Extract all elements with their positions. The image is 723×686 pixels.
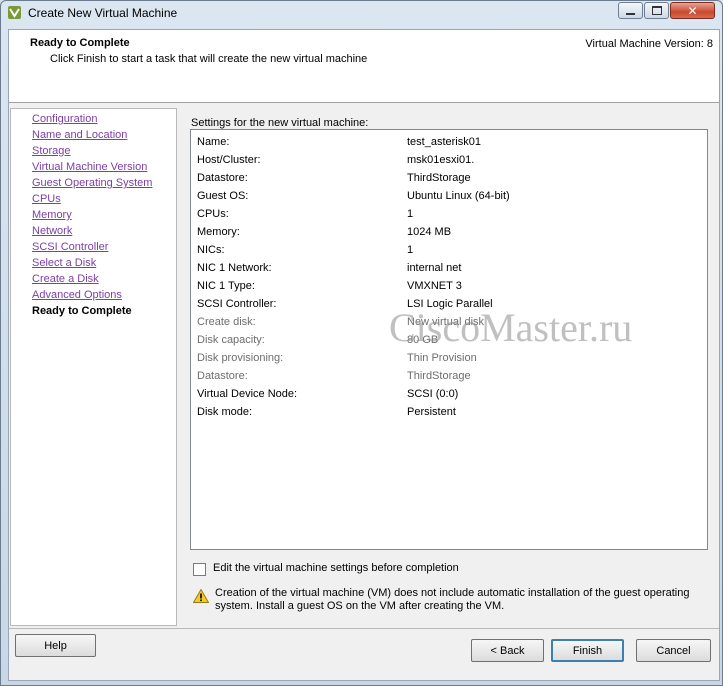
setting-row: Disk provisioning: Thin Provision [197,352,697,368]
step-link-select-disk[interactable]: Select a Disk [32,257,96,269]
setting-row: Name: test_asterisk01 [197,136,697,152]
window-title: Create New Virtual Machine [28,6,178,20]
setting-row: Disk mode: Persistent [197,406,697,422]
maximize-icon [651,6,662,15]
wizard-steps-sidebar: Configuration Name and Location Storage … [10,108,177,626]
setting-row: NIC 1 Network: internal net [197,262,697,278]
footer-divider [9,628,719,629]
close-button[interactable]: ✕ [670,2,715,19]
summary-panel: Settings for the new virtual machine: Na… [189,108,719,626]
setting-key: Name: [197,136,230,148]
setting-key: NICs: [197,244,225,256]
close-icon: ✕ [687,3,698,18]
step-link-create-disk[interactable]: Create a Disk [32,273,99,285]
edit-settings-checkbox[interactable] [193,563,206,576]
step-link-configuration[interactable]: Configuration [32,113,97,125]
wizard-content: Ready to Complete Click Finish to start … [8,29,720,681]
setting-value: internal net [407,262,462,274]
setting-key: Disk provisioning: [197,352,284,364]
setting-key: Virtual Device Node: [197,388,298,400]
step-link-cpus[interactable]: CPUs [32,193,61,205]
setting-key: Datastore: [197,172,248,184]
step-link-advanced-options[interactable]: Advanced Options [32,289,122,301]
step-link-storage[interactable]: Storage [32,145,71,157]
setting-value: 1 [407,244,414,256]
step-current-ready-to-complete: Ready to Complete [32,305,132,317]
step-link-memory[interactable]: Memory [32,209,72,221]
setting-value: ThirdStorage [407,172,471,184]
setting-key: CPUs: [197,208,229,220]
step-link-name-and-location[interactable]: Name and Location [32,129,127,141]
step-link-scsi-controller[interactable]: SCSI Controller [32,241,108,253]
setting-value: Persistent [407,406,456,418]
help-button[interactable]: Help [15,634,96,657]
setting-key: NIC 1 Network: [197,262,272,274]
setting-value: ThirdStorage [407,370,471,382]
setting-row: Host/Cluster: msk01esxi01. [197,154,697,170]
setting-key: Datastore: [197,370,248,382]
setting-value: msk01esxi01. [407,154,475,166]
setting-key: Create disk: [197,316,256,328]
title-bar[interactable]: Create New Virtual Machine ✕ [1,1,722,25]
setting-value: Ubuntu Linux (64-bit) [407,190,510,202]
setting-value: SCSI (0:0) [407,388,459,400]
cancel-button[interactable]: Cancel [636,639,711,662]
vsphere-app-icon [8,6,21,19]
setting-value: VMXNET 3 [407,280,462,292]
setting-key: Host/Cluster: [197,154,261,166]
maximize-button[interactable] [644,2,669,19]
setting-row: CPUs: 1 [197,208,697,224]
warning-text: Creation of the virtual machine (VM) doe… [215,587,690,612]
setting-row: NICs: 1 [197,244,697,260]
setting-row: Datastore: ThirdStorage [197,172,697,188]
setting-value: Thin Provision [407,352,477,364]
step-link-guest-os[interactable]: Guest Operating System [32,177,152,189]
minimize-button[interactable] [618,2,643,19]
setting-key: Guest OS: [197,190,249,202]
setting-row: Datastore: ThirdStorage [197,370,697,386]
setting-key: Disk capacity: [197,334,265,346]
setting-key: NIC 1 Type: [197,280,255,292]
setting-key: Memory: [197,226,240,238]
edit-settings-label[interactable]: Edit the virtual machine settings before… [213,562,459,574]
wizard-header: Ready to Complete Click Finish to start … [9,30,719,103]
step-link-vm-version[interactable]: Virtual Machine Version [32,161,147,173]
setting-row: Virtual Device Node: SCSI (0:0) [197,388,697,404]
setting-key: Disk mode: [197,406,253,418]
wizard-window: Create New Virtual Machine ✕ Ready to Co… [0,0,723,686]
watermark-text: CiscoMaster.ru [389,305,633,350]
setting-value: 1 [407,208,414,220]
step-title: Ready to Complete [30,37,130,49]
setting-row: Memory: 1024 MB [197,226,697,242]
warning-icon [193,589,209,603]
back-button[interactable]: < Back [471,639,544,662]
setting-row: NIC 1 Type: VMXNET 3 [197,280,697,296]
settings-section-label: Settings for the new virtual machine: [191,117,369,129]
finish-button[interactable]: Finish [551,639,624,662]
step-link-network[interactable]: Network [32,225,72,237]
vm-version-label: Virtual Machine Version: 8 [585,38,713,50]
step-description: Click Finish to start a task that will c… [50,53,368,65]
minimize-icon [626,12,635,15]
setting-value: test_asterisk01 [407,136,481,148]
setting-value: 1024 MB [407,226,452,238]
setting-row: Guest OS: Ubuntu Linux (64-bit) [197,190,697,206]
setting-key: SCSI Controller: [197,298,277,310]
